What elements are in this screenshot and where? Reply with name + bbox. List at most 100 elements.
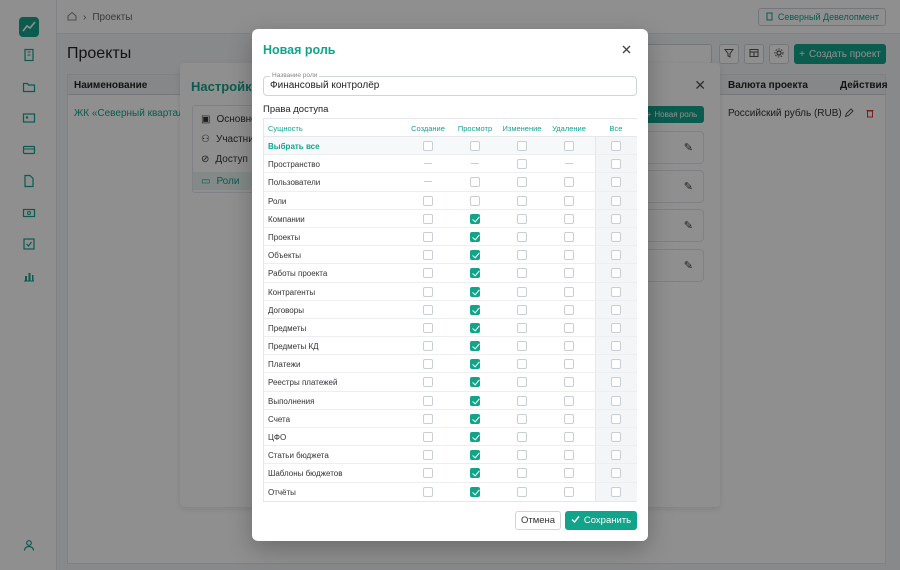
edit-checkbox[interactable]: [517, 377, 527, 388]
create-checkbox[interactable]: [423, 395, 433, 406]
view-checkbox[interactable]: [470, 195, 480, 206]
delete-checkbox[interactable]: [564, 450, 574, 461]
view-checkbox[interactable]: [470, 268, 480, 279]
create-checkbox[interactable]: [423, 268, 433, 279]
delete-checkbox[interactable]: [564, 250, 574, 261]
all-checkbox[interactable]: [611, 432, 621, 442]
create-checkbox[interactable]: [423, 359, 433, 370]
create-checkbox[interactable]: [423, 341, 433, 352]
delete-checkbox[interactable]: [564, 231, 574, 242]
all-checkbox[interactable]: [611, 395, 621, 406]
select-all-all-checkbox[interactable]: [611, 141, 621, 151]
view-checkbox[interactable]: [470, 395, 480, 406]
all-checkbox[interactable]: [611, 486, 621, 497]
edit-checkbox[interactable]: [517, 159, 527, 170]
save-button[interactable]: Сохранить: [565, 511, 637, 530]
delete-checkbox[interactable]: [564, 413, 574, 424]
all-checkbox[interactable]: [611, 322, 621, 333]
create-checkbox[interactable]: [423, 304, 433, 315]
view-checkbox[interactable]: [470, 322, 480, 333]
all-checkbox[interactable]: [611, 341, 621, 352]
all-checkbox[interactable]: [611, 268, 621, 279]
all-checkbox[interactable]: [611, 377, 621, 388]
all-checkbox[interactable]: [611, 286, 621, 297]
view-checkbox[interactable]: [470, 286, 480, 297]
delete-checkbox[interactable]: [564, 213, 574, 224]
edit-checkbox[interactable]: [517, 486, 527, 497]
edit-checkbox[interactable]: [517, 250, 527, 261]
view-checkbox[interactable]: [470, 231, 480, 242]
view-checkbox[interactable]: [470, 450, 480, 461]
view-checkbox[interactable]: [470, 486, 480, 497]
edit-checkbox[interactable]: [517, 468, 527, 479]
view-checkbox[interactable]: [470, 177, 480, 188]
edit-checkbox[interactable]: [517, 213, 527, 224]
create-checkbox[interactable]: [423, 213, 433, 224]
all-checkbox[interactable]: [611, 231, 621, 242]
delete-checkbox[interactable]: [564, 341, 574, 352]
edit-checkbox[interactable]: [517, 413, 527, 424]
edit-checkbox[interactable]: [517, 195, 527, 206]
delete-checkbox[interactable]: [564, 286, 574, 297]
view-checkbox[interactable]: [470, 359, 480, 370]
select-all-delete-checkbox[interactable]: [564, 141, 574, 151]
select-all-edit-checkbox[interactable]: [517, 141, 527, 151]
edit-checkbox[interactable]: [517, 359, 527, 370]
all-checkbox[interactable]: [611, 159, 621, 170]
view-checkbox[interactable]: [470, 432, 480, 442]
view-checkbox[interactable]: [470, 377, 480, 388]
all-checkbox[interactable]: [611, 359, 621, 370]
all-checkbox[interactable]: [611, 250, 621, 261]
all-checkbox[interactable]: [611, 468, 621, 479]
view-checkbox[interactable]: [470, 341, 480, 352]
create-checkbox[interactable]: [423, 231, 433, 242]
delete-checkbox[interactable]: [564, 177, 574, 188]
create-checkbox[interactable]: [423, 322, 433, 333]
create-checkbox[interactable]: [423, 468, 433, 479]
create-checkbox[interactable]: [423, 286, 433, 297]
delete-checkbox[interactable]: [564, 486, 574, 497]
view-checkbox[interactable]: [470, 413, 480, 424]
create-checkbox[interactable]: [423, 432, 433, 442]
edit-checkbox[interactable]: [517, 395, 527, 406]
delete-checkbox[interactable]: [564, 359, 574, 370]
create-checkbox[interactable]: [423, 377, 433, 388]
delete-checkbox[interactable]: [564, 195, 574, 206]
select-all-view-checkbox[interactable]: [470, 141, 480, 151]
view-checkbox[interactable]: [470, 468, 480, 479]
all-checkbox[interactable]: [611, 213, 621, 224]
edit-checkbox[interactable]: [517, 450, 527, 461]
view-checkbox[interactable]: [470, 213, 480, 224]
edit-checkbox[interactable]: [517, 304, 527, 315]
all-checkbox[interactable]: [611, 413, 621, 424]
all-checkbox[interactable]: [611, 450, 621, 461]
create-checkbox[interactable]: [423, 450, 433, 461]
close-icon[interactable]: [620, 43, 632, 55]
create-checkbox[interactable]: [423, 413, 433, 424]
role-name-input[interactable]: [270, 80, 630, 91]
delete-checkbox[interactable]: [564, 395, 574, 406]
all-checkbox[interactable]: [611, 177, 621, 188]
edit-checkbox[interactable]: [517, 268, 527, 279]
delete-checkbox[interactable]: [564, 468, 574, 479]
delete-checkbox[interactable]: [564, 377, 574, 388]
edit-checkbox[interactable]: [517, 432, 527, 442]
edit-checkbox[interactable]: [517, 341, 527, 352]
delete-checkbox[interactable]: [564, 432, 574, 442]
all-checkbox[interactable]: [611, 195, 621, 206]
edit-checkbox[interactable]: [517, 231, 527, 242]
edit-checkbox[interactable]: [517, 177, 527, 188]
edit-checkbox[interactable]: [517, 322, 527, 333]
cancel-button[interactable]: Отмена: [515, 511, 561, 530]
role-name-field[interactable]: Название роли: [263, 72, 637, 96]
all-checkbox[interactable]: [611, 304, 621, 315]
create-checkbox[interactable]: [423, 195, 433, 206]
edit-checkbox[interactable]: [517, 286, 527, 297]
view-checkbox[interactable]: [470, 250, 480, 261]
view-checkbox[interactable]: [470, 304, 480, 315]
delete-checkbox[interactable]: [564, 268, 574, 279]
select-all-create-checkbox[interactable]: [423, 141, 433, 151]
delete-checkbox[interactable]: [564, 322, 574, 333]
create-checkbox[interactable]: [423, 486, 433, 497]
select-all-label[interactable]: Выбрать все: [268, 142, 320, 151]
